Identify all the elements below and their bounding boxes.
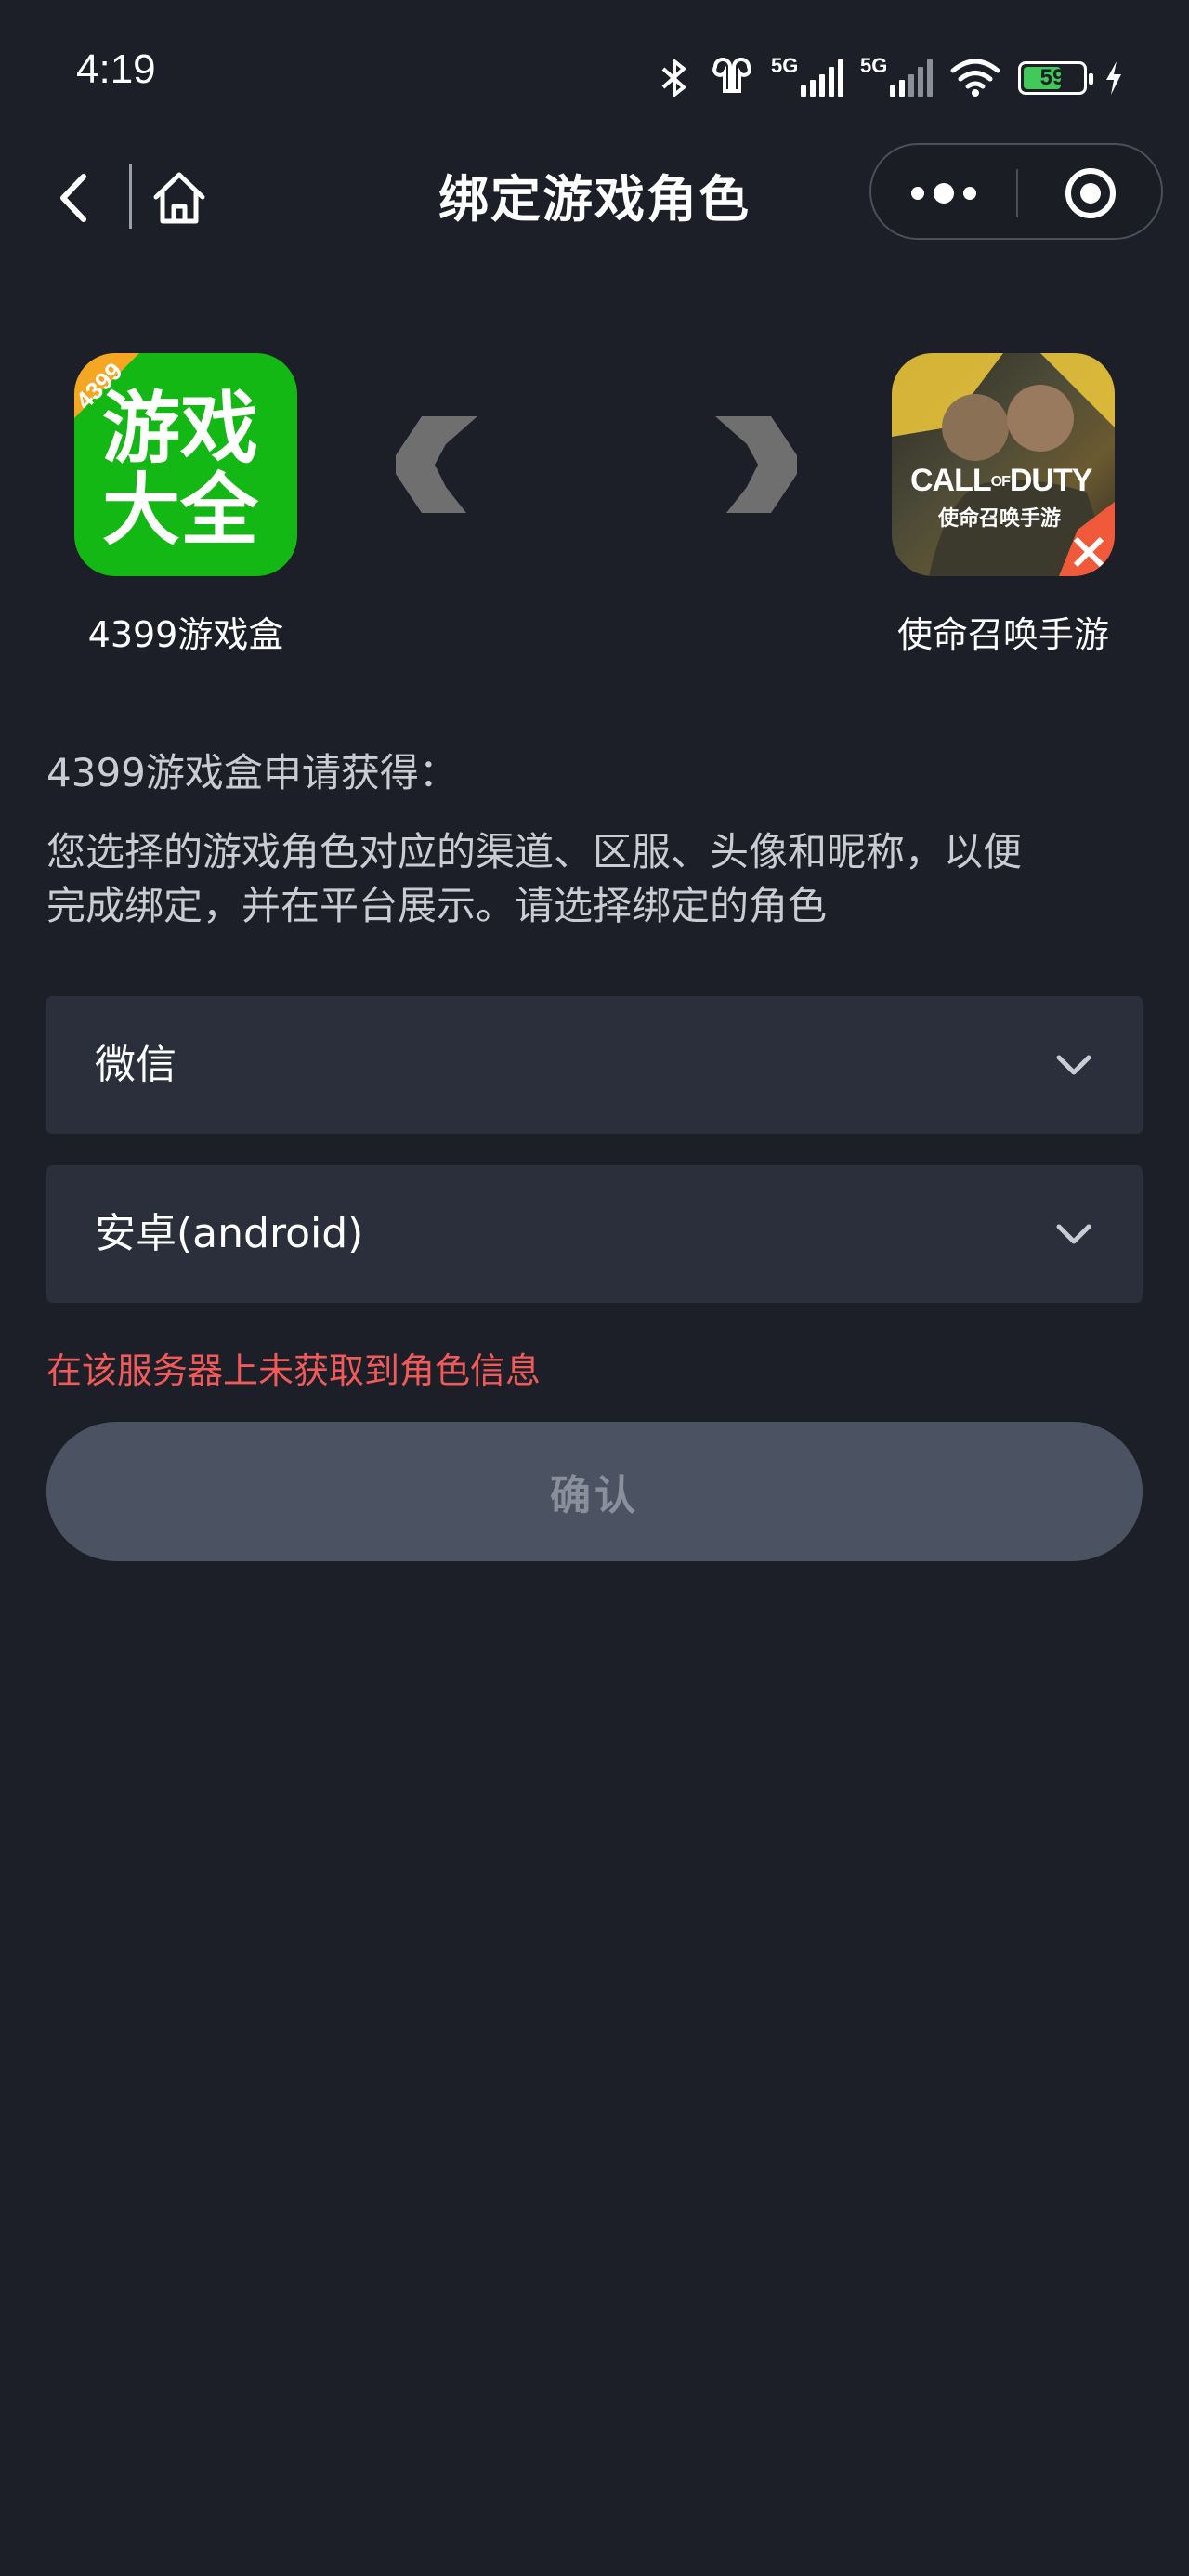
error-message: 在该服务器上未获取到角色信息 <box>46 1350 542 1391</box>
chevron-right-icon <box>715 416 797 513</box>
close-circle-icon[interactable] <box>1018 145 1163 238</box>
earbuds-icon <box>712 58 751 93</box>
4399-app-icon: 4399 游戏 大全 <box>74 353 297 576</box>
channel-select-value: 微信 <box>95 1041 176 1088</box>
target-app: CALLOFDUTY 使命召唤手游 使命召唤手游 <box>892 353 1115 655</box>
request-title: 4399游戏盒申请获得： <box>46 750 458 795</box>
battery-icon: 59 <box>1018 61 1093 95</box>
signal-icon: 5G <box>771 54 843 97</box>
app-icon-text-2: 大全 <box>102 465 259 556</box>
app-icon-logo-subtext: 使命召唤手游 <box>938 507 1062 531</box>
network-type-2: 5G <box>860 54 888 77</box>
platform-select-value: 安卓(android) <box>95 1210 364 1257</box>
chevron-down-icon <box>1056 1224 1091 1244</box>
wifi-icon <box>950 59 1000 97</box>
call-of-duty-app-icon: CALLOFDUTY 使命召唤手游 <box>892 353 1115 576</box>
app-icon-logo-text: CALLOFDUTY <box>910 463 1092 498</box>
target-app-name: 使命召唤手游 <box>896 614 1109 655</box>
channel-select[interactable]: 微信 <box>46 996 1143 1134</box>
status-bar: 4:19 5G 5G 59 <box>0 0 1189 149</box>
app-icon-text-1: 游戏 <box>102 383 259 474</box>
more-dots-icon[interactable] <box>871 145 1016 238</box>
confirm-button[interactable]: 确认 <box>46 1422 1143 1561</box>
source-app: 4399 游戏 大全 4399游戏盒 <box>74 353 297 655</box>
signal-icon: 5G <box>860 54 933 97</box>
chevron-left-icon <box>396 416 477 513</box>
mini-program-capsule <box>869 143 1163 240</box>
platform-select[interactable]: 安卓(android) <box>46 1165 1143 1303</box>
status-icons: 5G 5G 59 <box>656 52 1124 104</box>
status-time: 4:19 <box>76 46 156 92</box>
source-app-name: 4399游戏盒 <box>87 614 284 655</box>
charging-icon <box>1106 61 1121 95</box>
battery-level: 59 <box>1039 65 1065 90</box>
request-description: 您选择的游戏角色对应的渠道、区服、头像和昵称，以便 完成绑定，并在平台展示。请选… <box>46 829 1023 928</box>
nav-bar: 绑定游戏角色 <box>0 139 1189 255</box>
network-type-1: 5G <box>771 54 799 77</box>
chevron-down-icon <box>1056 1055 1091 1075</box>
bluetooth-icon <box>661 59 686 97</box>
